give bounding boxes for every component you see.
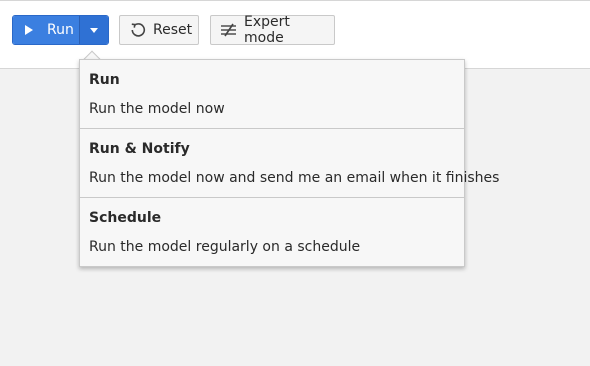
- run-split-button: Run: [12, 15, 109, 45]
- menu-item-run-notify[interactable]: Run & Notify Run the model now and send …: [80, 129, 499, 197]
- menu-item-schedule[interactable]: Schedule Run the model regularly on a sc…: [80, 198, 464, 266]
- run-options-menu: Run Run the model now Run & Notify Run t…: [79, 59, 499, 267]
- menu-item-description: Run the model regularly on a schedule: [89, 239, 361, 255]
- menu-item-description: Run the model now and send me an email w…: [89, 170, 500, 186]
- reset-button-label: Reset: [153, 22, 193, 38]
- menu-item-run[interactable]: Run Run the model now: [80, 60, 464, 128]
- play-icon: [25, 25, 33, 35]
- menu-item-title: Run & Notify: [89, 141, 190, 157]
- menu-item-title: Schedule: [89, 210, 162, 226]
- reset-icon: [131, 23, 146, 37]
- reset-button[interactable]: Reset: [119, 15, 199, 45]
- run-options-dropdown-button[interactable]: [80, 16, 108, 44]
- sliders-icon: [221, 23, 236, 37]
- run-button[interactable]: Run: [13, 16, 80, 44]
- menu-item-title: Run: [89, 72, 120, 88]
- menu-item-description: Run the model now: [89, 101, 225, 117]
- expert-mode-button[interactable]: Expert mode: [210, 14, 335, 46]
- caret-down-icon: [90, 27, 98, 33]
- expert-mode-button-label: Expert mode: [244, 14, 290, 46]
- run-button-label: Run: [47, 22, 74, 38]
